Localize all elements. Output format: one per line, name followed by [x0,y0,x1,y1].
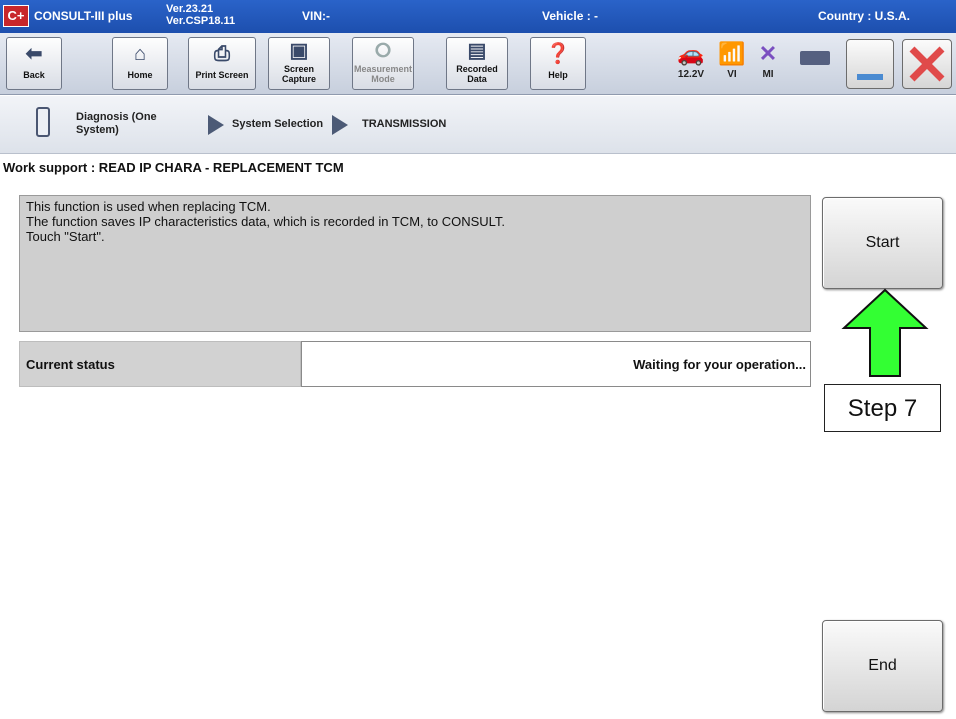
minimize-icon [857,74,883,80]
cross-icon: ✕ [758,41,778,66]
screen-capture-label-1: Screen [283,64,315,74]
screen-capture-button[interactable]: ▣ Screen Capture [268,37,330,90]
status-value: Waiting for your operation... [633,357,806,372]
step-label: Step 7 [824,384,941,432]
close-button[interactable] [902,39,952,89]
signal-icon: 📶 [718,41,746,66]
home-icon: ⌂ [133,43,147,65]
title-bar: C+ CONSULT-III plus Ver.23.21 Ver.CSP18.… [0,0,956,33]
car-icon: 🚗 [677,41,705,66]
breadcrumb-diagnosis[interactable]: Diagnosis (One System) [76,111,157,137]
mi-label: MI [762,69,774,80]
breadcrumb-arrow-icon [332,115,348,135]
voltage-label: 12.2V [677,69,705,80]
vin-label: VIN:- [302,9,330,23]
green-arrow-icon [841,288,929,377]
instruction-line-3: Touch "Start". [26,229,105,244]
back-label: Back [23,70,45,80]
status-label-cell: Current status [19,341,301,387]
breadcrumb: Diagnosis (One System) System Selection … [0,96,956,154]
help-label: Help [548,70,568,80]
camera-icon: ▣ [289,40,309,62]
battery-voltage-indicator: 🚗 12.2V [668,39,714,80]
print-screen-button[interactable]: ⎙ Print Screen [188,37,256,90]
battery-icon [800,51,830,65]
status-value-cell: Waiting for your operation... [301,341,811,387]
breadcrumb-arrow-icon [208,115,224,135]
close-icon [909,46,945,82]
app-name: CONSULT-III plus [34,9,133,23]
recorded-data-icon: ▤ [467,40,487,62]
meter-icon: ⭘ [375,40,391,62]
back-button[interactable]: ⬅ Back [6,37,62,90]
app-logo: C+ [3,5,29,27]
country-label: Country : U.S.A. [818,9,910,23]
home-button[interactable]: ⌂ Home [112,37,168,90]
instruction-line-1: This function is used when replacing TCM… [26,199,271,214]
recorded-data-button[interactable]: ▤ Recorded Data [446,37,508,90]
breadcrumb-diagnosis-line-2: System) [76,124,119,136]
breadcrumb-system-selection[interactable]: System Selection [232,118,323,130]
measurement-mode-button[interactable]: ⭘ Measurement Mode [352,37,414,90]
measurement-label-2: Mode [371,74,395,84]
page-title: Work support : READ IP CHARA - REPLACEME… [3,160,344,175]
printer-icon: ⎙ [214,43,230,65]
vi-label: VI [727,69,737,80]
recorded-label-1: Recorded [456,64,498,74]
version-line-2: Ver.CSP18.11 [166,15,236,27]
instruction-line-2: The function saves IP characteristics da… [26,214,506,229]
version-line-1: Ver.23.21 [166,3,214,15]
help-icon: ❓ [545,43,571,65]
breadcrumb-diagnosis-line-1: Diagnosis (One [76,111,157,123]
instruction-box: This function is used when replacing TCM… [19,195,811,332]
print-screen-label: Print Screen [195,70,249,80]
minimize-button[interactable] [846,39,894,89]
measurement-label-1: Measurement [353,64,413,74]
version-info: Ver.23.21 Ver.CSP18.11 [166,3,235,27]
back-arrow-icon: ⬅ [25,43,43,65]
home-label: Home [127,70,153,80]
breadcrumb-transmission[interactable]: TRANSMISSION [362,118,446,130]
end-button[interactable]: End [822,620,943,712]
status-label: Current status [26,357,115,372]
help-button[interactable]: ❓ Help [530,37,586,90]
device-icon[interactable] [36,107,50,137]
recorded-label-2: Data [467,74,487,84]
mi-indicator: ✕ MI [750,39,786,80]
vehicle-label: Vehicle : - [542,9,599,23]
start-button[interactable]: Start [822,197,943,289]
screen-capture-label-2: Capture [281,74,316,84]
toolbar: ⬅ Back ⌂ Home ⎙ Print Screen ▣ Screen Ca… [0,33,956,95]
vi-indicator: 📶 VI [714,39,750,80]
